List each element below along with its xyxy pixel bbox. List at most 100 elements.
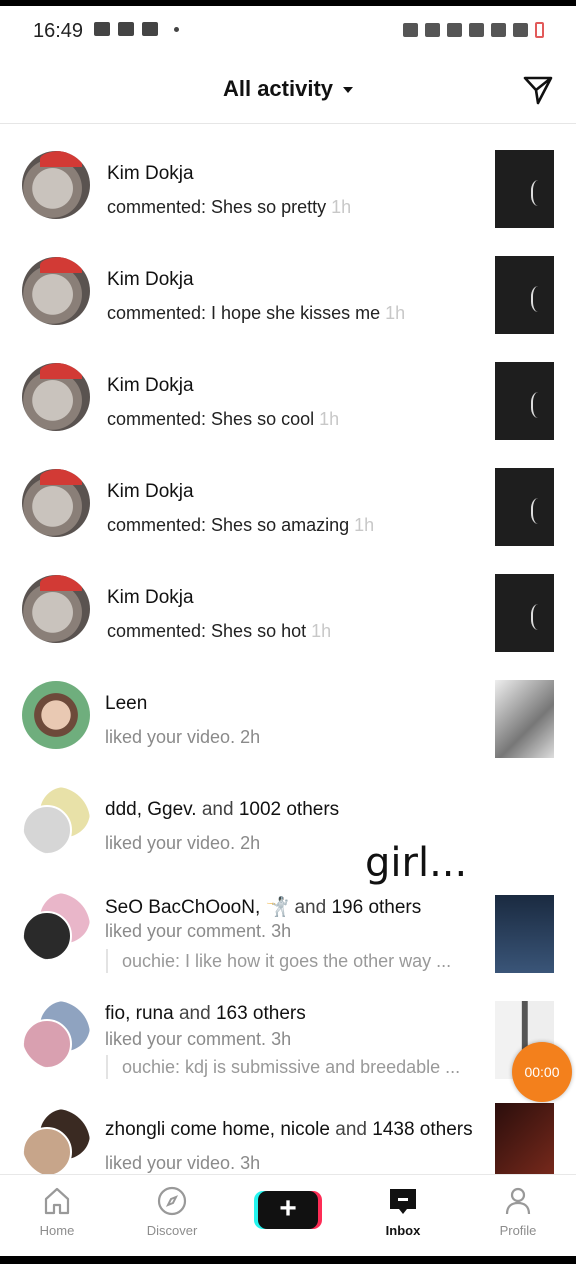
avatar[interactable]	[22, 469, 90, 537]
timestamp: 2h	[240, 833, 261, 853]
activity-text: commented: Shes so pretty 1h	[107, 197, 352, 217]
avatar[interactable]	[22, 575, 90, 643]
video-camera-icon	[118, 22, 134, 36]
activity-text: liked your comment. 3h	[105, 1029, 292, 1049]
username[interactable]: Kim Dokja	[107, 481, 194, 503]
status-time: 16:49	[33, 20, 84, 42]
timestamp: 2h	[240, 727, 261, 747]
home-icon	[44, 1187, 70, 1215]
nav-profile[interactable]: Profile	[473, 1185, 563, 1238]
nav-profile-label: Profile	[499, 1223, 537, 1238]
activity-text: liked your video. 2h	[105, 727, 261, 747]
nav-home[interactable]: Home	[12, 1185, 102, 1238]
key-icon	[403, 23, 418, 37]
avatar[interactable]	[22, 681, 90, 749]
video-thumbnail[interactable]	[495, 1103, 554, 1181]
group-avatar[interactable]	[22, 787, 90, 855]
profile-icon	[505, 1187, 531, 1215]
video-thumbnail[interactable]	[495, 150, 554, 228]
avatar	[22, 1127, 72, 1177]
video-thumbnail[interactable]	[495, 895, 554, 973]
comment-quote: ouchie: I like how it goes the other way…	[106, 949, 451, 973]
timestamp: 3h	[271, 921, 292, 941]
activity-item[interactable]: Leen liked your video. 2h	[0, 655, 576, 761]
video-thumbnail[interactable]	[495, 256, 554, 334]
avatar	[22, 911, 72, 961]
activity-item[interactable]: SeO BacChOooN, 🤺 and 196 others liked yo…	[0, 867, 576, 991]
video-thumbnail[interactable]	[495, 574, 554, 652]
activity-item[interactable]: Kim Dokja commented: Shes so amazing 1h	[0, 443, 576, 549]
username[interactable]: Kim Dokja	[107, 375, 194, 397]
timestamp: 1h	[354, 515, 375, 535]
group-avatar[interactable]	[22, 1109, 90, 1177]
nav-inbox-label: Inbox	[385, 1223, 421, 1238]
header: All activity	[0, 54, 576, 124]
status-left-icons	[94, 22, 179, 36]
usernames[interactable]: zhongli come home, nicole and 1438 other…	[105, 1119, 473, 1141]
activity-item[interactable]: Kim Dokja commented: Shes so cool 1h	[0, 337, 576, 443]
activity-item[interactable]: ddd, Ggev. and 1002 others liked your vi…	[0, 761, 576, 867]
usernames[interactable]: fio, runa and 163 others	[105, 1003, 306, 1025]
timestamp: 3h	[240, 1153, 261, 1173]
activity-text: liked your video. 2h	[105, 833, 261, 853]
video-thumbnail[interactable]	[495, 362, 554, 440]
activity-text: commented: Shes so cool 1h	[107, 409, 340, 429]
activity-item[interactable]: Kim Dokja commented: I hope she kisses m…	[0, 231, 576, 337]
nav-discover[interactable]: Discover	[127, 1185, 217, 1238]
username[interactable]: Leen	[105, 693, 147, 715]
comment-quote: ouchie: kdj is submissive and breedable …	[106, 1055, 460, 1079]
video-thumbnail[interactable]	[495, 786, 554, 864]
activity-item[interactable]: Kim Dokja commented: Shes so hot 1h	[0, 549, 576, 655]
username[interactable]: Kim Dokja	[107, 163, 194, 185]
activity-text: liked your comment. 3h	[105, 921, 292, 941]
timestamp: 1h	[385, 303, 406, 323]
create-button[interactable]: +	[258, 1191, 318, 1229]
mute-icon	[447, 23, 462, 37]
activity-text: liked your video. 3h	[105, 1153, 261, 1173]
caret-down-icon	[343, 87, 354, 94]
activity-filter-dropdown[interactable]: All activity	[0, 76, 576, 102]
activity-text: commented: Shes so hot 1h	[107, 621, 332, 641]
nav-home-label: Home	[39, 1223, 75, 1238]
video-thumbnail[interactable]	[495, 468, 554, 546]
activity-item[interactable]: Kim Dokja commented: Shes so pretty 1h	[0, 125, 576, 231]
usernames[interactable]: ddd, Ggev. and 1002 others	[105, 799, 339, 821]
avatar	[22, 1019, 72, 1069]
username[interactable]: Kim Dokja	[107, 587, 194, 609]
compass-icon	[157, 1186, 187, 1216]
recording-timer[interactable]: 00:00	[512, 1042, 572, 1102]
direct-message-icon[interactable]	[522, 74, 554, 106]
avatar[interactable]	[22, 257, 90, 325]
wifi-icon	[491, 23, 506, 37]
timestamp: 1h	[319, 409, 340, 429]
activity-text: commented: I hope she kisses me 1h	[107, 303, 406, 323]
video-thumbnail[interactable]	[495, 680, 554, 758]
username[interactable]: Kim Dokja	[107, 269, 194, 291]
activity-item[interactable]: fio, runa and 163 others liked your comm…	[0, 991, 576, 1099]
timestamp: 1h	[311, 621, 332, 641]
activity-item[interactable]: zhongli come home, nicole and 1438 other…	[0, 1099, 576, 1181]
signal-icon	[513, 23, 528, 37]
battery-icon	[535, 22, 544, 38]
status-bar: 16:49	[0, 6, 576, 54]
bottom-nav: Home Discover + Inbox Profile	[0, 1174, 576, 1256]
usernames[interactable]: SeO BacChOooN, 🤺 and 196 others	[105, 895, 421, 919]
avatar[interactable]	[22, 363, 90, 431]
nav-inbox[interactable]: Inbox	[358, 1185, 448, 1238]
more-dot-icon	[174, 26, 179, 32]
group-avatar[interactable]	[22, 1001, 90, 1069]
nav-discover-label: Discover	[146, 1223, 198, 1238]
timestamp: 1h	[331, 197, 352, 217]
inbox-icon	[390, 1189, 416, 1214]
gallery-icon	[142, 22, 158, 36]
group-avatar[interactable]	[22, 893, 90, 961]
avatar	[22, 805, 72, 855]
status-right-icons	[403, 22, 544, 38]
overlay-caption: girl...	[365, 840, 468, 886]
avatar[interactable]	[22, 151, 90, 219]
screen: 16:49 All activity Kim Dokja commented: …	[0, 6, 576, 1256]
timestamp: 3h	[271, 1029, 292, 1049]
alarm-icon	[425, 23, 440, 37]
activity-text: commented: Shes so amazing 1h	[107, 515, 375, 535]
page-title: All activity	[222, 76, 334, 101]
